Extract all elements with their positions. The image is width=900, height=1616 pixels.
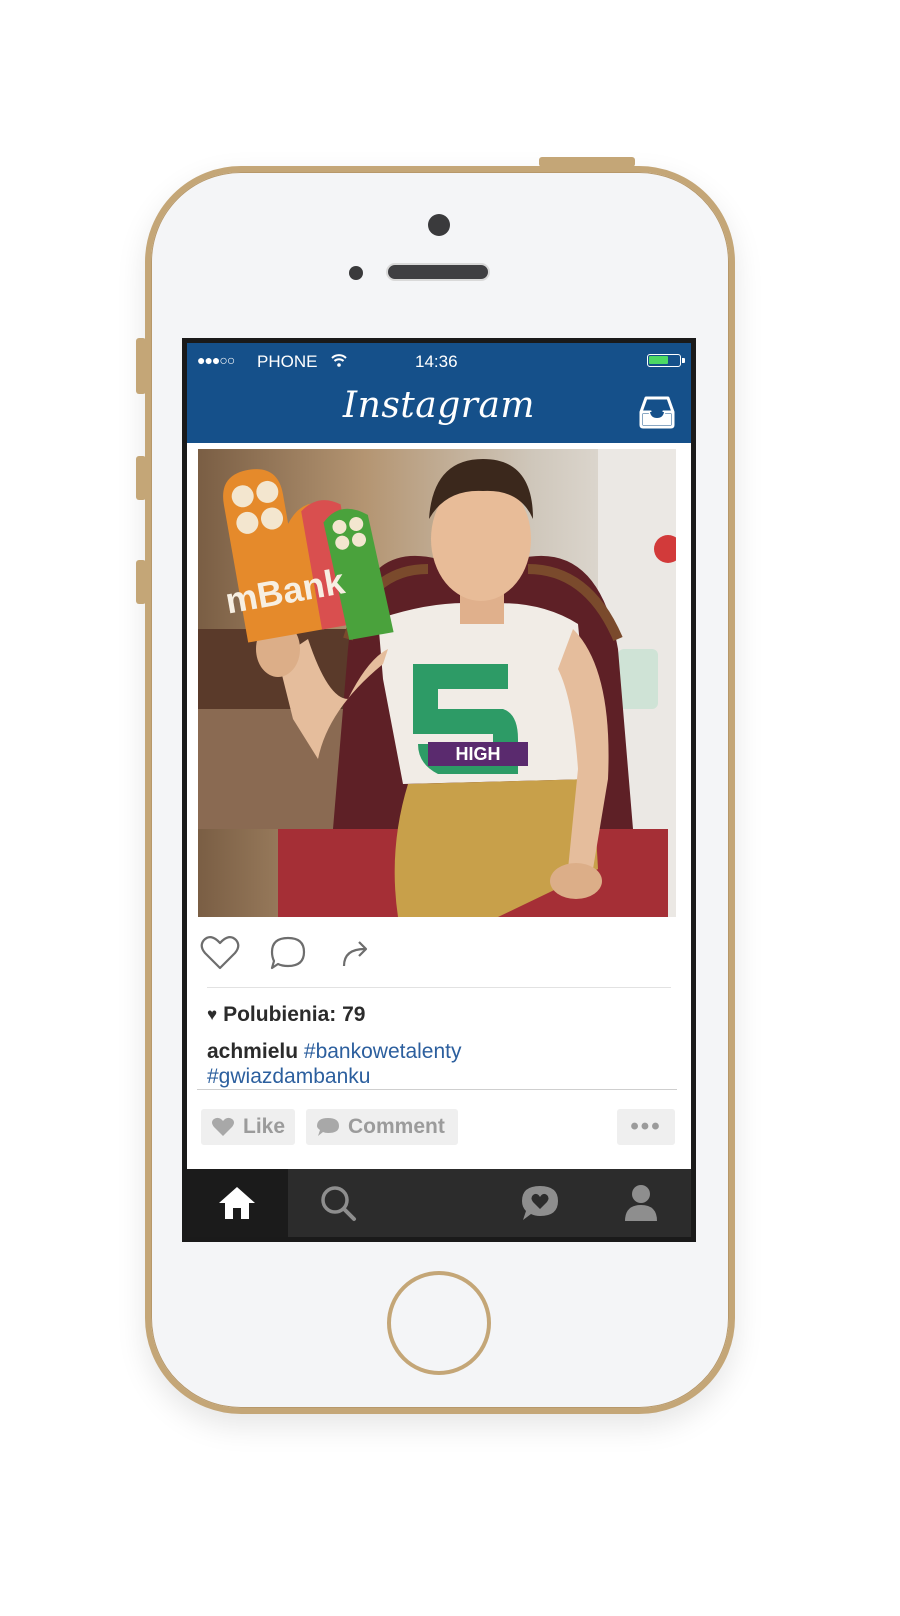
more-button[interactable]: ••• xyxy=(617,1109,675,1145)
tab-profile[interactable] xyxy=(590,1169,691,1237)
battery-tip xyxy=(682,358,685,363)
feed: HIGH mBank ♥ Polubienia: 79 achmielu #ba… xyxy=(187,443,691,1169)
like-label: Like xyxy=(243,1115,286,1138)
caption-username[interactable]: achmielu xyxy=(207,1040,298,1063)
post-caption: achmielu #bankowetalenty #gwiazdambanku xyxy=(207,1039,667,1089)
carrier-name: PHONE xyxy=(257,352,318,371)
post-actions xyxy=(187,923,691,987)
share-icon[interactable] xyxy=(335,933,377,973)
like-heart-icon xyxy=(212,1117,234,1136)
comment-bubble-icon xyxy=(317,1118,339,1136)
app-header: ●●●○○ PHONE 14:36 Instagram xyxy=(187,343,691,443)
volume-up-button xyxy=(136,456,146,500)
caption-hashtag[interactable]: #bankowetalenty xyxy=(304,1040,462,1063)
tab-home[interactable] xyxy=(187,1169,288,1237)
volume-down-button xyxy=(136,560,146,604)
home-button[interactable] xyxy=(387,1271,491,1375)
actions-divider xyxy=(207,987,671,988)
post-action-bar: Like Comment ••• xyxy=(187,1100,691,1168)
status-time: 14:36 xyxy=(415,352,458,371)
phone-screen: ●●●○○ PHONE 14:36 Instagram HIGH mBank ♥… xyxy=(182,338,696,1242)
comment-button[interactable]: Comment xyxy=(306,1109,458,1145)
battery-icon xyxy=(647,354,685,367)
like-button[interactable]: Like xyxy=(201,1109,295,1145)
search-icon xyxy=(321,1186,357,1221)
front-camera xyxy=(428,214,450,236)
profile-icon xyxy=(624,1185,657,1221)
inbox-icon[interactable] xyxy=(639,395,675,429)
heart-icon[interactable] xyxy=(199,933,241,973)
activity-icon xyxy=(521,1186,558,1220)
tab-activity[interactable] xyxy=(489,1169,590,1237)
tab-search[interactable] xyxy=(288,1169,389,1237)
post-photo-image: HIGH mBank xyxy=(198,449,676,917)
proximity-sensor xyxy=(349,266,363,280)
more-dots-icon: ••• xyxy=(630,1113,662,1140)
caption-divider xyxy=(197,1089,677,1090)
app-title: Instagram xyxy=(342,385,536,426)
comment-icon[interactable] xyxy=(267,933,309,973)
comment-label: Comment xyxy=(348,1115,445,1138)
tab-bar xyxy=(187,1169,691,1237)
caption-hashtag[interactable]: #gwiazdambanku xyxy=(207,1065,370,1088)
silent-switch xyxy=(136,338,146,394)
signal-strength: ●●●○○ xyxy=(197,352,235,368)
earpiece-speaker xyxy=(386,263,490,281)
likes-count[interactable]: ♥ Polubienia: 79 xyxy=(207,1003,365,1027)
power-button xyxy=(539,157,635,167)
likes-heart-icon: ♥ xyxy=(207,1005,218,1024)
status-bar: ●●●○○ PHONE 14:36 xyxy=(187,343,691,379)
likes-label: Polubienia: 79 xyxy=(223,1003,366,1026)
shirt-print-text: HIGH xyxy=(456,744,501,764)
home-icon xyxy=(219,1187,256,1219)
wifi-icon xyxy=(331,354,347,367)
post-photo[interactable]: HIGH mBank xyxy=(198,449,676,917)
battery-level xyxy=(649,356,669,364)
